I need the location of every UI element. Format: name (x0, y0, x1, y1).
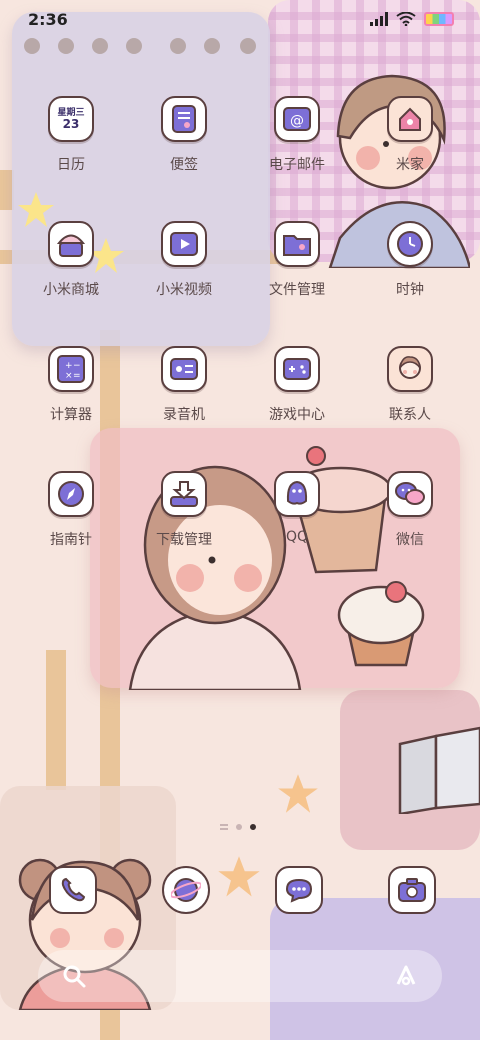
notes-icon (161, 96, 207, 142)
app-download-manager[interactable]: 下载管理 (124, 471, 244, 571)
app-email[interactable]: @ 电子邮件 (237, 96, 357, 196)
app-game-center[interactable]: 游戏中心 (237, 346, 357, 446)
contacts-icon (387, 346, 433, 392)
qq-icon (274, 471, 320, 517)
app-label: QQ (285, 529, 309, 545)
search-bar[interactable] (38, 950, 442, 1002)
app-label: 电子邮件 (269, 157, 325, 173)
notebook-hole (92, 38, 108, 54)
clock-icon (387, 221, 433, 267)
star-decoration (278, 774, 318, 813)
app-contacts[interactable]: 联系人 (350, 346, 470, 446)
calendar-icon: 星期三 23 (48, 96, 94, 142)
dock-camera[interactable] (388, 866, 436, 914)
app-mi-video[interactable]: 小米视频 (124, 221, 244, 321)
notebook-hole (24, 38, 40, 54)
calendar-date: 23 (62, 117, 80, 131)
battery-icon (424, 12, 454, 26)
file-manager-icon (274, 221, 320, 267)
app-recorder[interactable]: 录音机 (124, 346, 244, 446)
svg-text:×: × (65, 371, 73, 381)
app-label: 文件管理 (269, 282, 325, 298)
app-calendar[interactable]: 星期三 23 日历 (11, 96, 131, 196)
app-label: 下载管理 (156, 532, 212, 548)
dock-browser[interactable] (162, 866, 210, 914)
svg-text:+: + (65, 361, 73, 371)
assistant-icon[interactable] (392, 962, 420, 990)
download-icon (161, 471, 207, 517)
app-wechat[interactable]: 微信 (350, 471, 470, 571)
app-label: 米家 (396, 157, 424, 173)
app-label: 计算器 (50, 407, 92, 423)
notebook-hole (58, 38, 74, 54)
app-label: 录音机 (163, 407, 205, 423)
wechat-icon (387, 471, 433, 517)
camera-icon (398, 878, 426, 902)
notebook-hole (204, 38, 220, 54)
app-label: 便签 (170, 157, 198, 173)
notebook-hole (240, 38, 256, 54)
search-icon[interactable] (60, 962, 88, 990)
app-qq[interactable]: QQ (237, 471, 357, 571)
app-label: 联系人 (389, 407, 431, 423)
app-label: 时钟 (396, 282, 424, 298)
svg-text:=: = (73, 371, 81, 381)
recorder-icon (161, 346, 207, 392)
video-icon (161, 221, 207, 267)
app-notes[interactable]: 便签 (124, 96, 244, 196)
app-label: 小米视频 (156, 282, 212, 298)
app-compass[interactable]: 指南针 (11, 471, 131, 571)
status-time: 2:36 (28, 10, 68, 29)
page-dot (236, 824, 242, 830)
app-clock[interactable]: 时钟 (350, 221, 470, 321)
compass-icon (48, 471, 94, 517)
app-label: 游戏中心 (269, 407, 325, 423)
svg-text:@: @ (290, 113, 304, 129)
page-indicator[interactable] (220, 824, 256, 830)
store-icon (48, 221, 94, 267)
app-label: 日历 (57, 157, 85, 173)
app-calculator[interactable]: + − × = 计算器 (11, 346, 131, 446)
star-decoration (218, 856, 260, 897)
browser-icon (171, 878, 201, 902)
book-illustration (398, 726, 480, 814)
email-icon: @ (274, 96, 320, 142)
svg-text:−: − (73, 361, 81, 371)
app-smart-home[interactable]: 米家 (350, 96, 470, 196)
notebook-hole (170, 38, 186, 54)
notebook-hole (126, 38, 142, 54)
phone-icon (61, 877, 86, 902)
page-dot-active (250, 824, 256, 830)
wifi-icon (396, 12, 416, 26)
status-bar: 2:36 (0, 0, 480, 40)
dock-phone[interactable] (49, 866, 97, 914)
messages-icon (285, 878, 313, 903)
app-label: 微信 (396, 532, 424, 548)
app-file-manager[interactable]: 文件管理 (237, 221, 357, 321)
app-mi-store[interactable]: 小米商城 (11, 221, 131, 321)
app-label: 指南针 (50, 532, 92, 548)
dock-messages[interactable] (275, 866, 323, 914)
status-icons (370, 12, 454, 26)
signal-icon (370, 12, 388, 26)
calculator-icon: + − × = (48, 346, 94, 392)
game-center-icon (274, 346, 320, 392)
smart-home-icon (387, 96, 433, 142)
wallpaper-stripe (46, 650, 66, 790)
app-label: 小米商城 (43, 282, 99, 298)
page-indicator-menu (220, 824, 228, 830)
